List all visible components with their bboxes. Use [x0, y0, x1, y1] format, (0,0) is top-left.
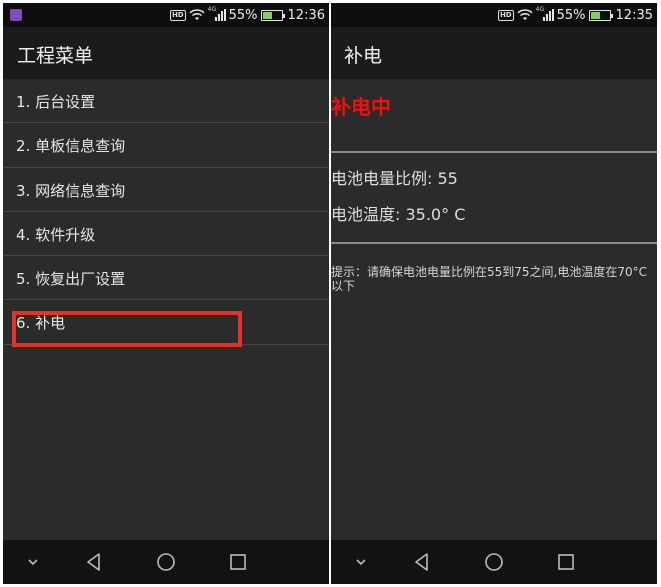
nav-down-icon[interactable]	[350, 551, 372, 573]
status-clock: 12:36	[287, 7, 325, 23]
menu-item-background-settings[interactable]: 1. 后台设置	[3, 79, 329, 124]
battery-fill	[590, 11, 600, 19]
menu-item-label: 1. 后台设置	[16, 93, 96, 111]
recents-icon[interactable]	[555, 551, 577, 573]
status-bar: HD 4G 55% 12:36	[3, 3, 329, 27]
divider	[331, 242, 657, 244]
battery-temperature-text: 电池温度: 35.0° C	[331, 205, 466, 224]
network-type-label: 4G	[535, 6, 545, 13]
page-title: 工程菜单	[17, 45, 94, 67]
battery-icon	[260, 9, 285, 21]
home-icon[interactable]	[155, 551, 177, 573]
engineering-menu-screen: HD 4G 55% 12:36 工程菜单 1. 后台设置 2. 单板信息查询 3…	[3, 3, 329, 584]
menu-item-software-upgrade[interactable]: 4. 软件升级	[3, 212, 329, 257]
signal-icon: 4G	[535, 6, 554, 21]
charging-status-text: 补电中	[331, 95, 391, 119]
battery-percent: 55%	[228, 7, 258, 23]
battery-icon	[588, 9, 613, 21]
menu-item-label: 2. 单板信息查询	[16, 137, 126, 156]
tip-text: 提示：请确保电池电量比例在55到75之间,电池温度在70°C以下	[331, 265, 648, 293]
notification-app-icon	[10, 9, 22, 21]
page-title: 补电	[344, 45, 383, 67]
signal-icon: 4G	[207, 6, 226, 21]
recents-icon[interactable]	[227, 551, 249, 573]
status-indicators: HD 4G 55% 12:36	[169, 3, 325, 27]
battery-level-text: 电池电量比例: 55	[331, 169, 458, 188]
navigation-bar	[3, 540, 329, 584]
status-indicators: HD 4G 55% 12:35	[497, 3, 653, 27]
wifi-icon	[517, 9, 533, 20]
menu-item-label: 3. 网络信息查询	[16, 181, 126, 200]
menu-item-board-info[interactable]: 2. 单板信息查询	[3, 123, 329, 168]
app-bar: 补电	[331, 27, 657, 79]
network-type-label: 4G	[207, 6, 217, 13]
app-bar: 工程菜单	[3, 27, 329, 79]
engineering-menu-list: 1. 后台设置 2. 单板信息查询 3. 网络信息查询 4. 软件升级 5. 恢…	[3, 79, 329, 345]
home-icon[interactable]	[483, 551, 505, 573]
nav-down-icon[interactable]	[22, 551, 44, 573]
navigation-bar	[331, 540, 657, 584]
recharge-screen: HD 4G 55% 12:35 补电 补电中 电池电量比例: 55 电池温度: …	[331, 3, 657, 584]
menu-item-label: 4. 软件升级	[16, 225, 96, 244]
battery-fill	[262, 11, 272, 19]
menu-item-factory-reset[interactable]: 5. 恢复出厂设置	[3, 256, 329, 301]
back-icon[interactable]	[411, 551, 433, 573]
menu-item-network-info[interactable]: 3. 网络信息查询	[3, 168, 329, 212]
wifi-icon	[189, 9, 205, 20]
hd-icon: HD	[169, 9, 186, 21]
status-clock: 12:35	[615, 7, 653, 23]
status-bar: HD 4G 55% 12:35	[331, 3, 657, 27]
divider	[331, 151, 657, 153]
highlight-annotation-box	[12, 311, 242, 347]
hd-icon: HD	[497, 9, 514, 21]
back-icon[interactable]	[83, 551, 105, 573]
menu-item-label: 5. 恢复出厂设置	[16, 270, 126, 289]
battery-percent: 55%	[556, 7, 586, 23]
